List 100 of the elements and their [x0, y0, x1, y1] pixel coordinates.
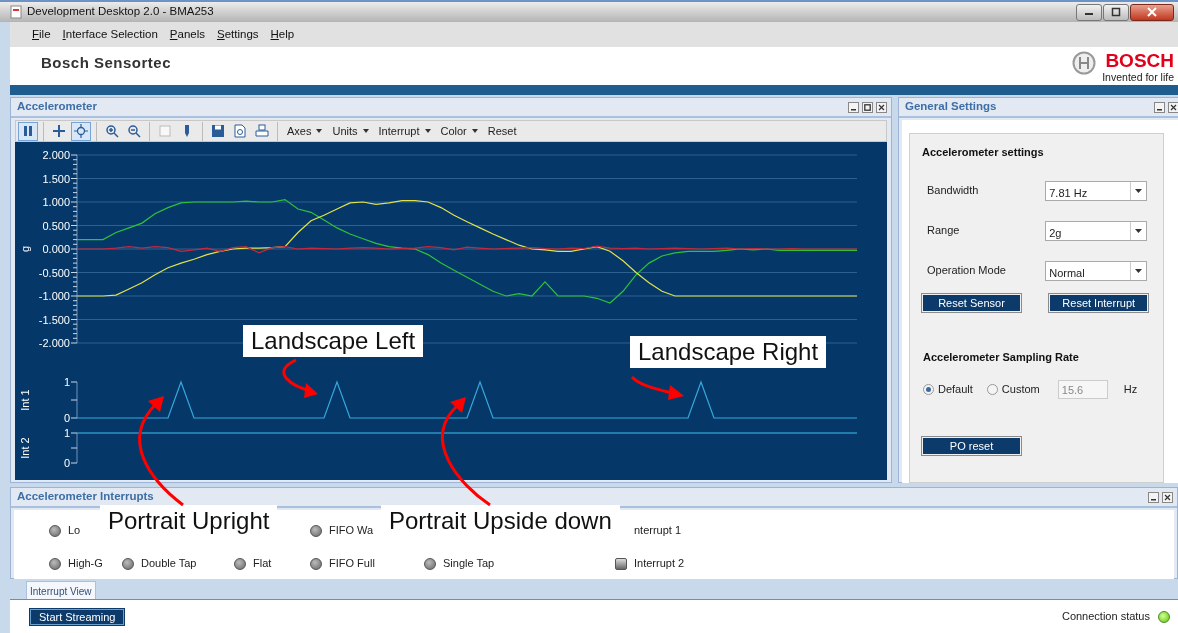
tick-label: 0.500 — [42, 219, 70, 232]
arrow — [630, 375, 684, 400]
dropdown[interactable]: 2g — [1045, 220, 1148, 241]
target-icon — [74, 124, 88, 138]
page-icon — [233, 124, 247, 138]
close-button[interactable] — [1130, 3, 1174, 21]
toolbar-button[interactable] — [71, 121, 91, 141]
crosshair-icon — [52, 124, 66, 138]
axis-title: Int 1 — [19, 389, 31, 411]
menu-item[interactable]: Panels — [163, 25, 211, 44]
close-button[interactable] — [1162, 491, 1173, 503]
panel-title: Accelerometer — [17, 99, 97, 115]
indicator-label: High-G — [68, 556, 103, 572]
tick-label: 0 — [63, 457, 70, 469]
callout-label: Portrait Upright — [100, 505, 278, 537]
dropdown[interactable]: Normal — [1045, 260, 1148, 281]
action-button[interactable]: Reset Interrupt — [1050, 294, 1148, 311]
menu-item[interactable]: Help — [264, 25, 301, 44]
menu-item[interactable]: Interface Selection — [56, 25, 164, 44]
toolbar-menu[interactable]: Units — [328, 122, 373, 140]
restore-icon — [1111, 7, 1121, 17]
indicator-label: nterrupt 1 — [634, 523, 682, 539]
callout-label: Landscape Left — [243, 325, 424, 357]
action-button[interactable]: Reset Sensor — [923, 294, 1020, 311]
axis-title: Int 2 — [19, 437, 31, 459]
dropdown[interactable]: 7.81 Hz — [1045, 180, 1148, 201]
tick-label: 0 — [63, 412, 70, 424]
close-icon — [878, 103, 885, 111]
indicator-label: FIFO Full — [329, 556, 375, 572]
radio-label: Default — [938, 382, 973, 398]
callout-label: Portrait Upside down — [381, 505, 620, 537]
caret-icon — [1135, 268, 1143, 273]
panel-title: General Settings — [905, 99, 997, 115]
section-title: Accelerometer settings — [922, 145, 1045, 160]
zoom-in-icon — [105, 124, 119, 138]
frame-icon — [158, 124, 172, 138]
toolbar-menu[interactable]: Color — [436, 122, 482, 140]
tick-label: 0.000 — [42, 243, 70, 255]
tick-label: 1.500 — [42, 172, 70, 185]
toolbar-menu[interactable]: Interrupt — [374, 122, 435, 140]
caret-icon — [471, 129, 478, 133]
tick-label: -1.000 — [38, 290, 70, 302]
save-icon — [211, 124, 225, 138]
close-button[interactable] — [876, 101, 887, 113]
panel-title: Accelerometer Interrupts — [17, 489, 154, 505]
field-label: Bandwidth — [927, 183, 979, 199]
field-label: Range — [927, 223, 960, 239]
start-streaming-button[interactable]: Start Streaming — [30, 608, 125, 625]
indicator-label: FIFO Wa — [329, 523, 374, 539]
tick-label: 2.000 — [42, 149, 70, 161]
brand-name: BOSCH — [1104, 51, 1174, 71]
tick-label: 1.000 — [42, 196, 70, 208]
indicator-label: Single Tap — [443, 556, 495, 572]
indicator-label: Flat — [253, 556, 272, 572]
caret-icon — [1135, 188, 1143, 193]
printer-icon — [255, 124, 269, 138]
minimize-button[interactable] — [1154, 101, 1166, 113]
minimize-button[interactable] — [1076, 3, 1102, 21]
tagline: Invented for life — [1102, 71, 1174, 83]
pause-icon — [21, 124, 35, 138]
indicator-label: Interrupt 2 — [634, 556, 685, 572]
tick-label: -0.500 — [38, 266, 70, 279]
radio-button[interactable] — [923, 384, 934, 395]
maximize-icon — [864, 103, 871, 111]
section-title: Accelerometer Sampling Rate — [922, 349, 1080, 365]
reset-button[interactable]: Reset — [483, 122, 521, 140]
status-label: Connection status — [1061, 609, 1150, 625]
minimize-button[interactable] — [1148, 491, 1159, 503]
indicator-label: Lo — [68, 523, 81, 539]
axis-title: g — [19, 245, 31, 253]
close-button[interactable] — [1168, 101, 1178, 113]
field-label: Operation Mode — [927, 263, 1006, 279]
y-axis — [70, 381, 78, 419]
toolbar-menu[interactable]: Axes — [283, 122, 327, 140]
minimize-button[interactable] — [848, 101, 859, 113]
caret-icon — [316, 129, 323, 133]
toolbar-button[interactable] — [18, 121, 38, 141]
action-button[interactable]: PO reset — [923, 438, 1020, 454]
window-title: Development Desktop 2.0 - BMA253 — [27, 4, 214, 20]
menu-item[interactable]: Settings — [211, 25, 265, 44]
logo-icon — [1072, 51, 1097, 75]
callout-label: Landscape Right — [630, 336, 827, 368]
tick-label: -1.500 — [38, 313, 70, 326]
tick-label: 1 — [63, 427, 70, 439]
y-axis — [70, 432, 78, 464]
app-icon — [10, 5, 22, 19]
close-icon — [1164, 493, 1171, 501]
maximize-button[interactable] — [862, 101, 873, 113]
zoom-out-icon — [127, 124, 141, 138]
restore-button[interactable] — [1103, 3, 1129, 21]
app-heading: Bosch Sensortec — [41, 53, 172, 73]
arrow — [282, 358, 318, 398]
menu-item[interactable]: File — [26, 25, 57, 44]
tab[interactable]: Interrupt View — [26, 581, 96, 599]
close-icon — [1147, 7, 1157, 17]
caret-icon — [1135, 228, 1143, 233]
caret-icon — [362, 129, 369, 133]
radio-button[interactable] — [986, 384, 998, 395]
close-icon — [1170, 103, 1178, 111]
tick-label: 1 — [63, 376, 70, 388]
